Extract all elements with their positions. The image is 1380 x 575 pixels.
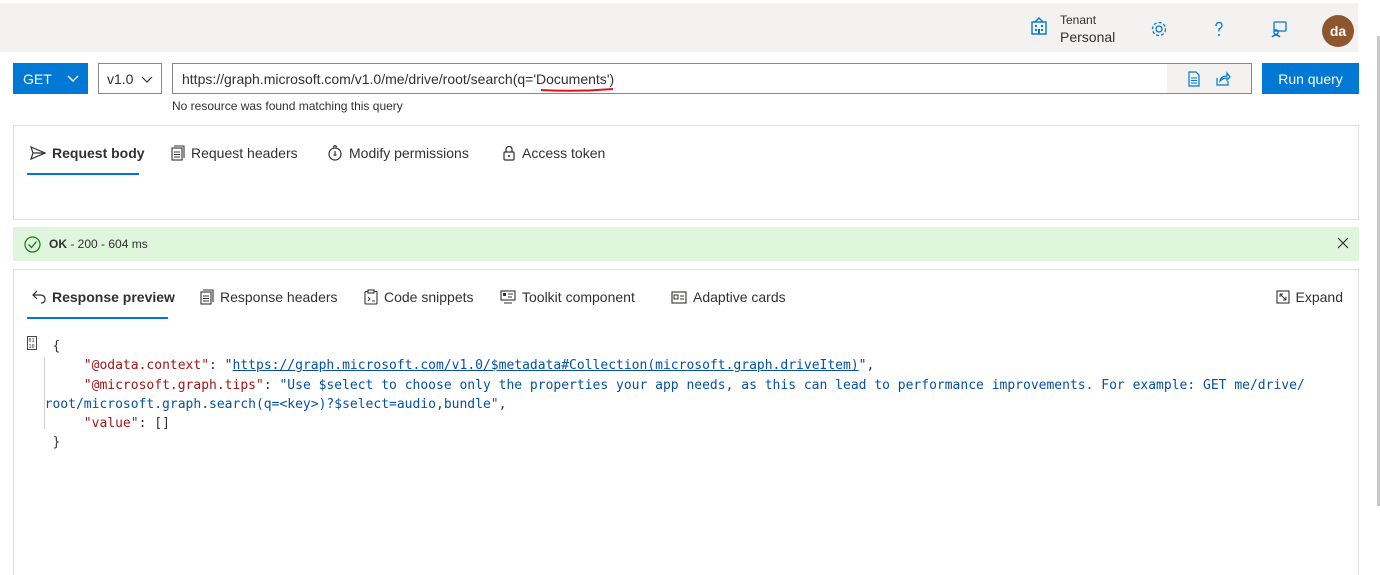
tenant-selector[interactable]: Tenant Personal: [1030, 13, 1115, 46]
tab-request-headers[interactable]: Request headers: [171, 143, 298, 163]
building-icon: [1031, 17, 1047, 35]
status-banner: OK - 200 - 604 ms: [13, 227, 1359, 261]
url-error-message: No resource was found matching this quer…: [172, 99, 403, 113]
expand-button[interactable]: Expand: [1275, 289, 1343, 305]
request-panel: Request body Request headers Modify perm…: [13, 125, 1359, 220]
permissions-icon: [328, 145, 342, 161]
url-value: https://graph.microsoft.com/v1.0/me/driv…: [182, 71, 615, 87]
expand-icon: [1275, 290, 1290, 304]
tab-code-snippets[interactable]: Code snippets: [364, 287, 474, 307]
url-input[interactable]: https://graph.microsoft.com/v1.0/me/driv…: [172, 63, 1252, 94]
json-line: }: [52, 435, 61, 451]
http-method-dropdown[interactable]: GET: [13, 63, 88, 94]
status-text: OK - 200 - 604 ms: [49, 237, 148, 251]
tenant-label: Tenant: [1060, 13, 1097, 27]
headers-icon: [200, 289, 214, 305]
lock-icon: [503, 145, 515, 161]
chevron-down-icon: [67, 75, 79, 82]
top-header: Tenant Personal da: [0, 3, 1358, 52]
error-squiggle: [541, 88, 613, 92]
toolkit-icon: [500, 290, 516, 304]
tab-modify-permissions[interactable]: Modify permissions: [327, 143, 469, 163]
help-icon[interactable]: [1208, 18, 1230, 40]
url-actions: [1167, 64, 1251, 93]
tab-request-body[interactable]: Request body: [30, 143, 145, 163]
send-icon: [30, 145, 46, 161]
feedback-icon[interactable]: [1268, 18, 1290, 40]
json-line: "value": []: [83, 416, 170, 432]
card-icon: [671, 290, 687, 304]
settings-gear-icon[interactable]: [1148, 18, 1170, 40]
share-icon[interactable]: [1215, 70, 1231, 87]
tenant-value: Personal: [1060, 29, 1116, 45]
json-line: {: [52, 339, 61, 354]
url-highlight: Documents: [536, 71, 607, 87]
tab-response-headers[interactable]: Response headers: [200, 287, 338, 307]
tab-response-preview[interactable]: Response preview: [32, 287, 175, 307]
json-line: root/microsoft.graph.search(q=<key>)?$se…: [44, 396, 507, 412]
json-line: "@odata.context": "https://graph.microso…: [83, 358, 875, 374]
clipboard-icon: [364, 289, 378, 305]
avatar[interactable]: da: [1322, 15, 1354, 47]
document-icon[interactable]: [1187, 70, 1201, 87]
undo-icon: [32, 290, 46, 304]
chevron-down-icon: [141, 76, 153, 83]
close-icon[interactable]: [1337, 237, 1349, 249]
tab-access-token[interactable]: Access token: [502, 143, 605, 163]
version-dropdown[interactable]: v1.0: [98, 63, 162, 94]
run-query-button[interactable]: Run query: [1262, 63, 1359, 94]
active-tab-indicator: [27, 317, 168, 319]
version-value: v1.0: [107, 70, 134, 87]
tab-adaptive-cards[interactable]: Adaptive cards: [671, 287, 786, 307]
http-method-value: GET: [23, 70, 52, 87]
check-circle-icon: [24, 236, 41, 253]
headers-icon: [171, 145, 185, 161]
response-json-viewer[interactable]: { "@odata.context": "https://graph.micro…: [29, 337, 1305, 453]
json-line: "@microsoft.graph.tips": "Use $select to…: [83, 377, 1305, 393]
active-tab-indicator: [27, 173, 139, 175]
odata-context-link[interactable]: https://graph.microsoft.com/v1.0/$metada…: [233, 358, 859, 373]
tab-toolkit-component[interactable]: Toolkit component: [500, 287, 635, 307]
